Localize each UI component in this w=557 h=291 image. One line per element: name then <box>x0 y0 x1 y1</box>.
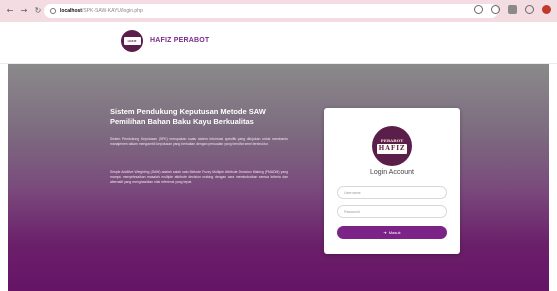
login-card: PERABOT HAFIZ Login Account ➜ Masuk <box>324 108 460 254</box>
brand-logo-plate: HAFIZ <box>123 37 141 45</box>
bookmark-star-icon[interactable] <box>491 5 500 14</box>
avatar[interactable] <box>542 5 551 14</box>
hero-paragraph-saw: Simple Additive Weighting (SAW) adalah s… <box>110 170 288 185</box>
login-arrow-icon: ➜ <box>383 230 387 235</box>
brand-name[interactable]: HAFIZ PERABOT <box>150 37 209 44</box>
profile-icon[interactable] <box>525 5 534 14</box>
login-logo-plate: HAFIZ <box>377 144 407 154</box>
site-header: HAFIZ HAFIZ PERABOT <box>0 22 557 64</box>
login-logo-top-text: PERABOT <box>380 138 404 143</box>
login-title: Login Account <box>370 169 414 176</box>
forward-icon[interactable]: → <box>20 6 28 16</box>
username-input[interactable] <box>337 186 447 199</box>
url-path: /SPK-SAW-KAYU/login.php <box>81 8 143 14</box>
login-button[interactable]: ➜ Masuk <box>337 226 447 239</box>
hero-title: Sistem Pendukung Keputusan Metode SAW Pe… <box>110 107 266 126</box>
url-host: localhost <box>60 8 82 14</box>
brand-logo[interactable]: HAFIZ <box>121 30 143 52</box>
address-bar[interactable]: localhost/SPK-SAW-KAYU/login.php <box>44 4 498 18</box>
password-input[interactable] <box>337 205 447 218</box>
extensions-icon[interactable] <box>508 5 517 14</box>
browser-toolbar: ← → ↻ localhost/SPK-SAW-KAYU/login.php <box>0 0 557 22</box>
login-button-label: Masuk <box>388 230 401 235</box>
login-logo: PERABOT HAFIZ <box>372 126 412 166</box>
browser-actions <box>474 5 551 14</box>
back-icon[interactable]: ← <box>6 6 14 16</box>
reload-icon[interactable]: ↻ <box>34 6 42 16</box>
url-text: localhost/SPK-SAW-KAYU/login.php <box>60 8 143 14</box>
hero-paragraph-spk: Sistem Pendukung Keputusan (SPK) merupak… <box>110 137 288 147</box>
site-info-icon[interactable] <box>50 8 56 14</box>
zoom-icon[interactable] <box>474 5 483 14</box>
